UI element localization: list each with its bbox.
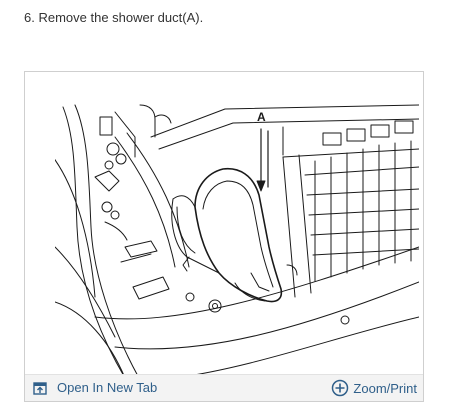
open-in-new-tab-link[interactable]: Open In New Tab (33, 380, 157, 395)
shower-duct-illustration: A (55, 97, 419, 378)
open-in-new-tab-label: Open In New Tab (57, 380, 158, 395)
callout-label-a: A (257, 110, 266, 124)
plus-circle-icon (331, 379, 349, 397)
figure-footer: Open In New Tab Zoom/Print (25, 374, 423, 401)
zoom-print-link[interactable]: Zoom/Print (331, 379, 417, 397)
zoom-print-label: Zoom/Print (353, 380, 417, 396)
step-instruction: 6. Remove the shower duct(A). (24, 10, 204, 25)
open-in-new-tab-icon (33, 381, 47, 395)
figure-panel: A Open In New Tab Zoom/Print (24, 71, 424, 402)
